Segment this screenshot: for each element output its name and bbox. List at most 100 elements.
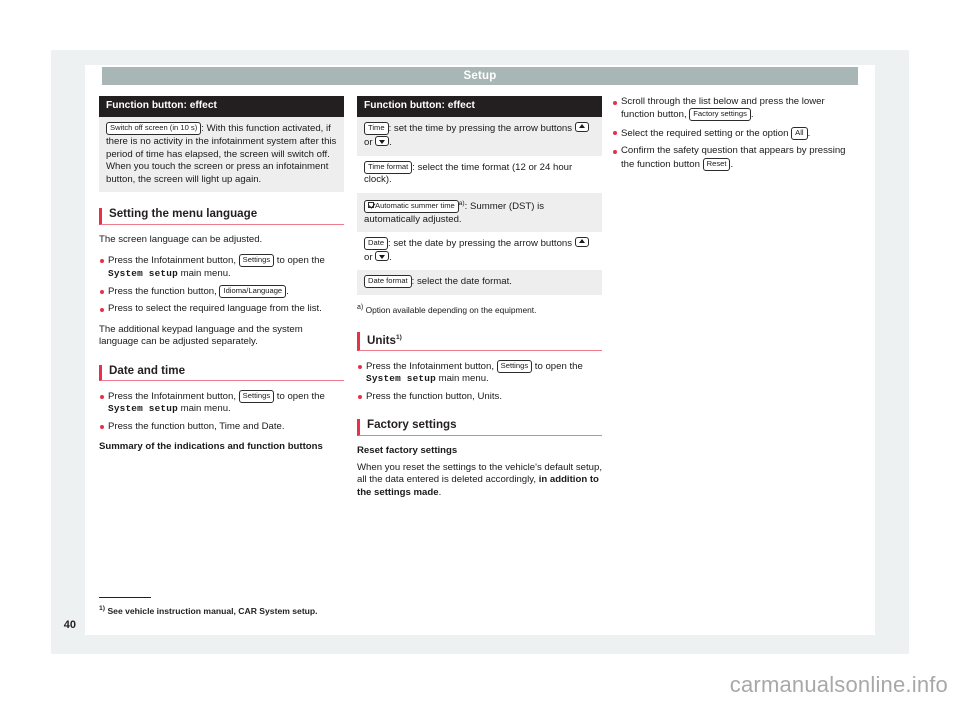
step-text-pre: Select the required setting or the optio… (621, 127, 792, 139)
step-text-pre: Confirm the safety question that appears… (621, 145, 846, 170)
watermark: carmanualsonline.info (729, 672, 948, 697)
table-row: Date format: select the date format. (357, 270, 602, 295)
factory-body-post: . (438, 486, 442, 498)
running-header-title: Setup (102, 67, 858, 85)
step-text-pre: Press the function button, Units. (366, 390, 502, 402)
table-function-button-effect-1: Function button: effect Switch off scree… (99, 96, 344, 193)
step-text-mid: to open the (532, 361, 583, 372)
list-item: Press the Infotainment button, Settings … (357, 360, 602, 386)
footnote-text-line: 1) See vehicle instruction manual, CAR S… (99, 603, 429, 617)
step-text-post: . (730, 158, 734, 170)
menu-name-system-setup: System setup (108, 267, 178, 279)
step-text-post: . (286, 286, 289, 297)
step-text-post: main menu. (177, 403, 231, 415)
key-date-format[interactable]: Date format (364, 275, 412, 289)
key-switch-off-screen[interactable]: Switch off screen (in 10 s) (106, 122, 202, 136)
units-steps-list: Press the Infotainment button, Settings … (357, 360, 602, 403)
arrow-down-icon[interactable] (375, 250, 390, 261)
list-item: Scroll through the list below and press … (612, 96, 857, 122)
key-factory-settings[interactable]: Factory settings (689, 108, 751, 122)
table-row: Automatic summer time a): Summer (DST) is… (357, 192, 602, 233)
table-row-text: : set the time by pressing the arrow but… (388, 123, 573, 135)
footnote-marker: a) (357, 303, 364, 311)
key-reset[interactable]: Reset (702, 157, 731, 171)
list-item: Press the function button, Units. (357, 391, 602, 403)
step-text-post: . (750, 109, 754, 121)
arrow-up-icon[interactable] (574, 237, 589, 248)
table-footnote: a) Option available depending on the equ… (357, 302, 602, 316)
section-heading: Date and time (99, 364, 344, 382)
section-heading-label: Units (367, 333, 396, 347)
key-all[interactable]: All (791, 126, 808, 140)
menu-name-system-setup: System setup (108, 403, 178, 415)
footnote-marker: 1) (395, 333, 402, 341)
step-text-post: main menu. (435, 373, 489, 385)
step-text-pre: Press the Infotainment button, (108, 255, 239, 267)
key-settings[interactable]: Settings (238, 254, 275, 268)
table-row: Time format: select the time format (12 … (357, 155, 602, 193)
menu-name-system-setup: System setup (366, 373, 436, 385)
list-item: Confirm the safety question that appears… (612, 145, 857, 171)
factory-body-text: When you reset the settings to the vehic… (357, 462, 602, 499)
step-text-mid: to open the (274, 391, 325, 403)
page-number: 40 (63, 619, 76, 631)
table-header-cell: Function button: effect (99, 96, 344, 118)
factory-reset-steps-list: Scroll through the list below and press … (612, 96, 857, 171)
checkbox-checked-icon[interactable] (368, 201, 374, 208)
table-row: Date: set the date by pressing the arrow… (357, 232, 602, 271)
step-text-pre: Press the function button, Time and Date… (108, 420, 285, 432)
list-item: Press the function button, Idioma/Langua… (99, 285, 344, 298)
arrow-up-icon[interactable] (574, 122, 589, 133)
section-factory-settings: Factory settings (357, 418, 602, 436)
section-heading: Units1) (357, 331, 602, 351)
footnote-marker: 1) (99, 605, 106, 612)
key-time[interactable]: Time (364, 122, 389, 136)
column-middle: Function button: effect Time: set the ti… (357, 96, 602, 507)
section-heading: Factory settings (357, 418, 602, 436)
key-idioma-language[interactable]: Idioma/Language (219, 285, 287, 298)
section-date-and-time: Date and time (99, 364, 344, 382)
table-function-button-effect-2: Function button: effect Time: set the ti… (357, 96, 602, 295)
section-units: Units1) (357, 331, 602, 351)
step-text-post: main menu. (177, 267, 231, 279)
section-heading: Setting the menu language (99, 208, 344, 225)
language-intro-text: The screen language can be adjusted. (99, 233, 263, 245)
list-item: Press to select the required language fr… (99, 303, 344, 315)
language-outro-text: The additional keypad language and the s… (99, 323, 303, 348)
table-row-text: : select the date format. (411, 276, 512, 288)
arrow-down-icon[interactable] (375, 136, 390, 146)
list-item: Press the Infotainment button, Settings … (99, 254, 344, 280)
datetime-subheading: Summary of the indications and function … (99, 441, 323, 453)
step-text-pre: Press the Infotainment button, (366, 361, 497, 372)
key-settings[interactable]: Settings (496, 360, 533, 373)
list-item: Press the Infotainment button, Settings … (99, 390, 344, 416)
key-date[interactable]: Date (364, 237, 389, 251)
datetime-steps-list: Press the Infotainment button, Settings … (99, 390, 344, 433)
key-label: Automatic summer time (375, 200, 455, 210)
key-time-format[interactable]: Time format (364, 160, 413, 174)
column-left: Function button: effect Switch off scree… (99, 96, 344, 459)
table-row-text: : set the date by pressing the arrow but… (388, 238, 573, 250)
factory-subheading: Reset factory settings (357, 444, 458, 456)
bottom-footnote: 1) See vehicle instruction manual, CAR S… (99, 597, 429, 617)
step-text-pre: Press to select the required language fr… (108, 303, 322, 315)
key-settings[interactable]: Settings (238, 390, 275, 404)
footnote-text: Option available depending on the equipm… (365, 304, 537, 315)
step-text-pre: Press the Infotainment button, (108, 391, 239, 403)
table-header-cell: Function button: effect (357, 96, 602, 118)
footnote-text: See vehicle instruction manual, CAR Syst… (107, 605, 318, 616)
list-item: Press the function button, Time and Date… (99, 421, 344, 433)
step-text-pre: Press the function button, (108, 286, 220, 297)
step-text-post: . (807, 127, 811, 139)
table-row-tail: . (389, 137, 392, 148)
table-row-tail: . (389, 251, 392, 263)
step-text-mid: to open the (274, 255, 325, 267)
section-setting-menu-language: Setting the menu language (99, 208, 344, 225)
table-row: Switch off screen (in 10 s): With this f… (99, 117, 344, 193)
footnote-divider (99, 597, 151, 598)
list-item: Select the required setting or the optio… (612, 126, 857, 140)
column-right: Scroll through the list below and press … (612, 96, 857, 179)
key-automatic-summer-time[interactable]: Automatic summer time (364, 199, 459, 213)
language-steps-list: Press the Infotainment button, Settings … (99, 254, 344, 316)
table-row: Time: set the time by pressing the arrow… (357, 117, 602, 156)
